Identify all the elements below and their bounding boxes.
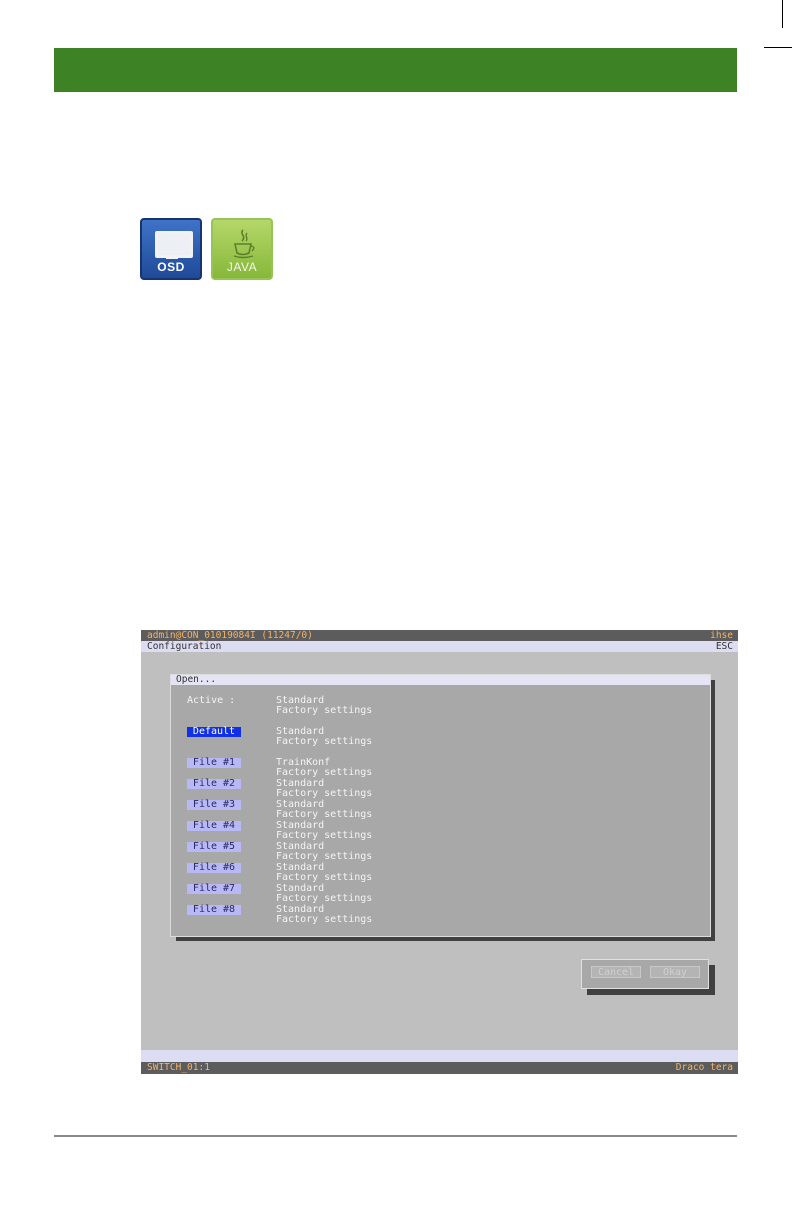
file-3-desc: Factory settings (276, 809, 373, 820)
osd-icon-label: OSD (157, 260, 185, 274)
java-logo-icon (233, 229, 255, 259)
file-4-button[interactable]: File #4 (187, 821, 241, 831)
file-2-desc: Factory settings (276, 788, 373, 799)
menu-bar: Configuration ESC (141, 641, 738, 652)
dialog-buttons-panel: Cancel Okay (581, 959, 709, 989)
default-button[interactable]: Default (187, 727, 241, 737)
file-5-desc: Factory settings (276, 851, 373, 862)
file-3-button[interactable]: File #3 (187, 800, 241, 810)
user-console-label: admin@CON_01019084I (11247/0) (147, 630, 313, 641)
crop-mark (764, 47, 792, 48)
file-8-desc: Factory settings (276, 914, 373, 925)
default-config-desc: Factory settings (276, 736, 373, 747)
monitor-icon (155, 231, 193, 258)
osd-screenshot: admin@CON_01019084I (11247/0) ihse Confi… (141, 630, 738, 1074)
open-dialog: Open... Active : Standard Factory settin… (170, 674, 711, 937)
product-label: Draco tera (675, 1062, 733, 1073)
esc-button[interactable]: ESC (716, 641, 733, 652)
file-7-desc: Factory settings (276, 893, 373, 904)
file-4-desc: Factory settings (276, 830, 373, 841)
file-2-button[interactable]: File #2 (187, 779, 241, 789)
status-bar: SWITCH_01:1 Draco tera (141, 1062, 738, 1074)
dialog-title-bar: Open... (171, 675, 710, 685)
menu-title: Configuration (147, 641, 222, 652)
cancel-button[interactable]: Cancel (591, 966, 641, 978)
footer-divider (54, 1135, 737, 1137)
active-label: Active : (187, 695, 236, 706)
active-config-desc: Factory settings (276, 705, 373, 716)
file-1-button[interactable]: File #1 (187, 758, 241, 768)
crop-mark (782, 0, 783, 28)
section-header-bar (54, 48, 737, 92)
file-5-button[interactable]: File #5 (187, 842, 241, 852)
file-8-button[interactable]: File #8 (187, 905, 241, 915)
osd-monitor-icon: OSD (140, 218, 202, 280)
brand-label: ihse (710, 630, 733, 641)
switch-label: SWITCH_01:1 (147, 1062, 210, 1073)
java-icon-label: JAVA (226, 260, 258, 274)
dialog-title: Open... (176, 674, 217, 685)
file-1-desc: Factory settings (276, 767, 373, 778)
okay-button[interactable]: Okay (650, 966, 700, 978)
file-6-button[interactable]: File #6 (187, 863, 241, 873)
file-7-button[interactable]: File #7 (187, 884, 241, 894)
title-bar: admin@CON_01019084I (11247/0) ihse (141, 630, 738, 641)
java-cup-icon: JAVA (211, 218, 273, 280)
file-6-desc: Factory settings (276, 872, 373, 883)
